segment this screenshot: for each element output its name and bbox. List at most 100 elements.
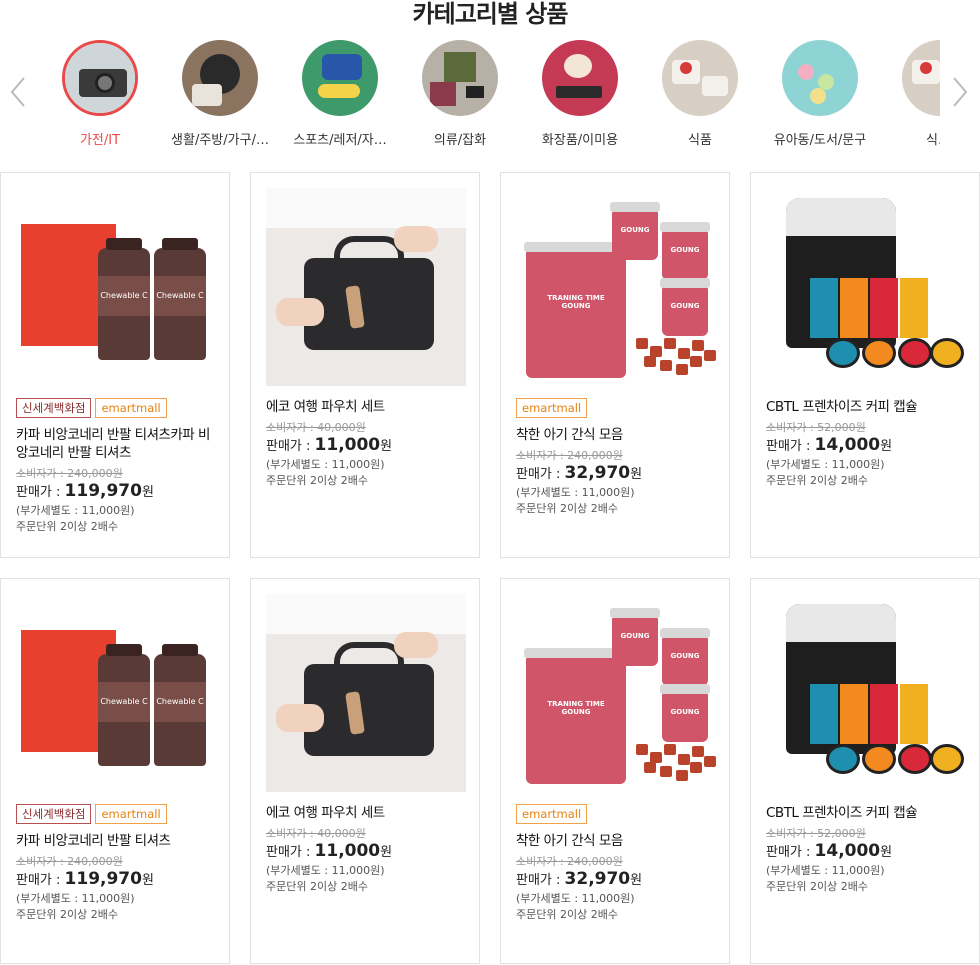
category-label: 의류/잡화 [433,133,487,148]
order-unit-note: 주문단위 2이상 2배수 [766,880,868,893]
sale-price-label: 판매가 : [516,467,565,482]
currency-unit: 원 [630,873,643,888]
emartmall-badge: emartmall [95,804,167,824]
product-card[interactable]: TRANING TIME GOUNG GOUNG GOUNG GOUNG emartmal… [500,578,730,964]
product-info: 신세계백화점 emartmall 카파 비앙코네리 반팔 티셔츠카파 비앙코네리 반… [16,398,217,535]
product-card[interactable]: CBTL 프렌차이즈 커피 캡슐소비자가 : 52,000원판매가 : 14,0… [750,172,980,558]
order-unit-note: 주문단위 2이상 2배수 [516,908,618,921]
vat-note: (부가세별도 : 11,000원) [766,864,885,877]
product-image[interactable]: TRANING TIME GOUNG GOUNG GOUNG GOUNG [516,188,716,386]
category-item[interactable]: 스포츠/레저/자… [280,40,400,148]
camera-icon [62,40,138,116]
chevron-right-icon [953,77,968,107]
product-info: emartmall 착한 아기 간식 모음소비자가 : 240,000원판매가 :… [516,804,717,923]
currency-unit: 원 [141,485,154,500]
product-card[interactable]: CBTL 프렌차이즈 커피 캡슐 소비자가 : 52,000원 판매가 : 14,0… [750,578,980,964]
product-name[interactable]: 착한 아기 간식 모음 [516,426,717,444]
sale-price: 판매가 : 11,000원 [266,435,467,457]
category-label: 식 [926,133,938,148]
category-label: 생활/주방/가구/… [171,133,269,148]
carousel-next-button[interactable] [948,72,970,112]
vat-note: (부가세별도 : 11,000원) [16,504,135,517]
category-item[interactable]: 화장품/이미용 [520,40,640,148]
sale-price-value: 119,970 [64,869,142,889]
product-image[interactable] [266,188,466,386]
sale-price-value: 32,970 [564,869,631,889]
original-price: 소비자가 : 240,000원 [516,855,623,868]
sale-price-label: 판매가 : [766,439,815,454]
vat-note: (부가세별도 : 11,000원) [266,458,385,471]
badge-group: 신세계백화점 emartmall [16,398,217,418]
product-info: 에코 여행 파우치 세트 소비자가 : 40,000원 판매가 : 11,000원(… [266,804,467,895]
original-price: 소비자가 : 240,000원 [516,449,623,462]
product-card[interactable]: Chewable C Chewable C 신세계백화점 emartmall 카파 비앙… [0,578,230,964]
shinsegae-badge: 신세계백화점 [16,804,92,824]
product-image[interactable] [766,594,966,792]
product-name[interactable]: CBTL 프렌차이즈 커피 캡슐 [766,804,967,822]
sale-price-label: 판매가 : [16,873,65,888]
sale-price: 판매가 : 11,000원 [266,841,467,863]
product-card[interactable]: 에코 여행 파우치 세트소비자가 : 40,000원 판매가 : 11,000원(… [250,172,480,558]
product-name[interactable]: 착한 아기 간식 모음 [516,832,717,850]
vat-note: (부가세별도 : 11,000원) [516,892,635,905]
product-image[interactable]: Chewable C Chewable C [16,188,216,386]
product-name[interactable]: CBTL 프렌차이즈 커피 캡슐 [766,398,967,416]
category-label: 스포츠/레저/자… [293,133,387,148]
sale-price: 판매가 : 119,970원 [16,481,217,503]
product-card[interactable]: 에코 여행 파우치 세트 소비자가 : 40,000원 판매가 : 11,000원(… [250,578,480,964]
kids-icon [782,40,858,116]
badge-group: 신세계백화점 emartmall [16,804,217,824]
category-item[interactable]: 유아동/도서/문구 [760,40,880,148]
product-info: 신세계백화점 emartmall 카파 비앙코네리 반팔 티셔츠 소비자가 : 240… [16,804,217,923]
order-unit-note: 주문단위 2이상 2배수 [16,908,118,921]
category-label: 식품 [688,133,712,148]
sale-price-label: 판매가 : [766,845,815,860]
product-info: CBTL 프렌차이즈 커피 캡슐 소비자가 : 52,000원 판매가 : 14,0… [766,804,967,895]
product-image[interactable]: Chewable C Chewable C [16,594,216,792]
product-card[interactable]: TRANING TIME GOUNG GOUNG GOUNG GOUNG emartmal… [500,172,730,558]
sale-price-label: 판매가 : [516,873,565,888]
category-item[interactable]: 의류/잡화 [400,40,520,148]
original-price: 소비자가 : 52,000원 [766,827,866,840]
product-name[interactable]: 카파 비앙코네리 반팔 티셔츠카파 비앙코네리 반팔 티셔츠 [16,426,217,462]
category-item[interactable]: 가전/IT [40,40,160,148]
carousel-prev-button[interactable] [8,72,30,112]
vat-note: (부가세별도 : 11,000원) [16,892,135,905]
emartmall-badge: emartmall [95,398,167,418]
product-info: emartmall 착한 아기 간식 모음소비자가 : 240,000원판매가 :… [516,398,717,517]
original-price: 소비자가 : 240,000원 [16,467,123,480]
sale-price-value: 14,000 [814,435,881,455]
currency-unit: 원 [880,845,893,860]
product-card[interactable]: Chewable C Chewable C 신세계백화점 emartmall 카파 비앙… [0,172,230,558]
product-name[interactable]: 에코 여행 파우치 세트 [266,398,467,416]
sale-price-label: 판매가 : [16,485,65,500]
section-title: 카테고리별 상품 [412,0,569,28]
badge-group: emartmall [516,398,717,418]
original-price: 소비자가 : 40,000원 [266,827,366,840]
product-image[interactable]: TRANING TIME GOUNG GOUNG GOUNG GOUNG [516,594,716,792]
product-image[interactable] [766,188,966,386]
emartmall-badge: emartmall [516,804,588,824]
category-item[interactable]: 식 [880,40,940,148]
original-price: 소비자가 : 40,000원 [266,421,366,434]
product-name[interactable]: 에코 여행 파우치 세트 [266,804,467,822]
product-image[interactable] [266,594,466,792]
category-label: 유아동/도서/문구 [773,133,867,148]
category-item[interactable]: 생활/주방/가구/… [160,40,280,148]
product-info: CBTL 프렌차이즈 커피 캡슐소비자가 : 52,000원판매가 : 14,0… [766,398,967,489]
currency-unit: 원 [880,439,893,454]
currency-unit: 원 [380,439,393,454]
original-price: 소비자가 : 52,000원 [766,421,866,434]
sports-icon [302,40,378,116]
pan-icon [182,40,258,116]
product-name[interactable]: 카파 비앙코네리 반팔 티셔츠 [16,832,217,850]
category-label: 가전/IT [79,133,121,148]
currency-unit: 원 [630,467,643,482]
product-info: 에코 여행 파우치 세트소비자가 : 40,000원 판매가 : 11,000원(… [266,398,467,489]
category-item[interactable]: 식품 [640,40,760,148]
sale-price-value: 11,000 [314,435,381,455]
order-unit-note: 주문단위 2이상 2배수 [16,520,118,533]
sale-price: 판매가 : 119,970원 [16,869,217,891]
order-unit-note: 주문단위 2이상 2배수 [766,474,868,487]
order-unit-note: 주문단위 2이상 2배수 [266,474,368,487]
